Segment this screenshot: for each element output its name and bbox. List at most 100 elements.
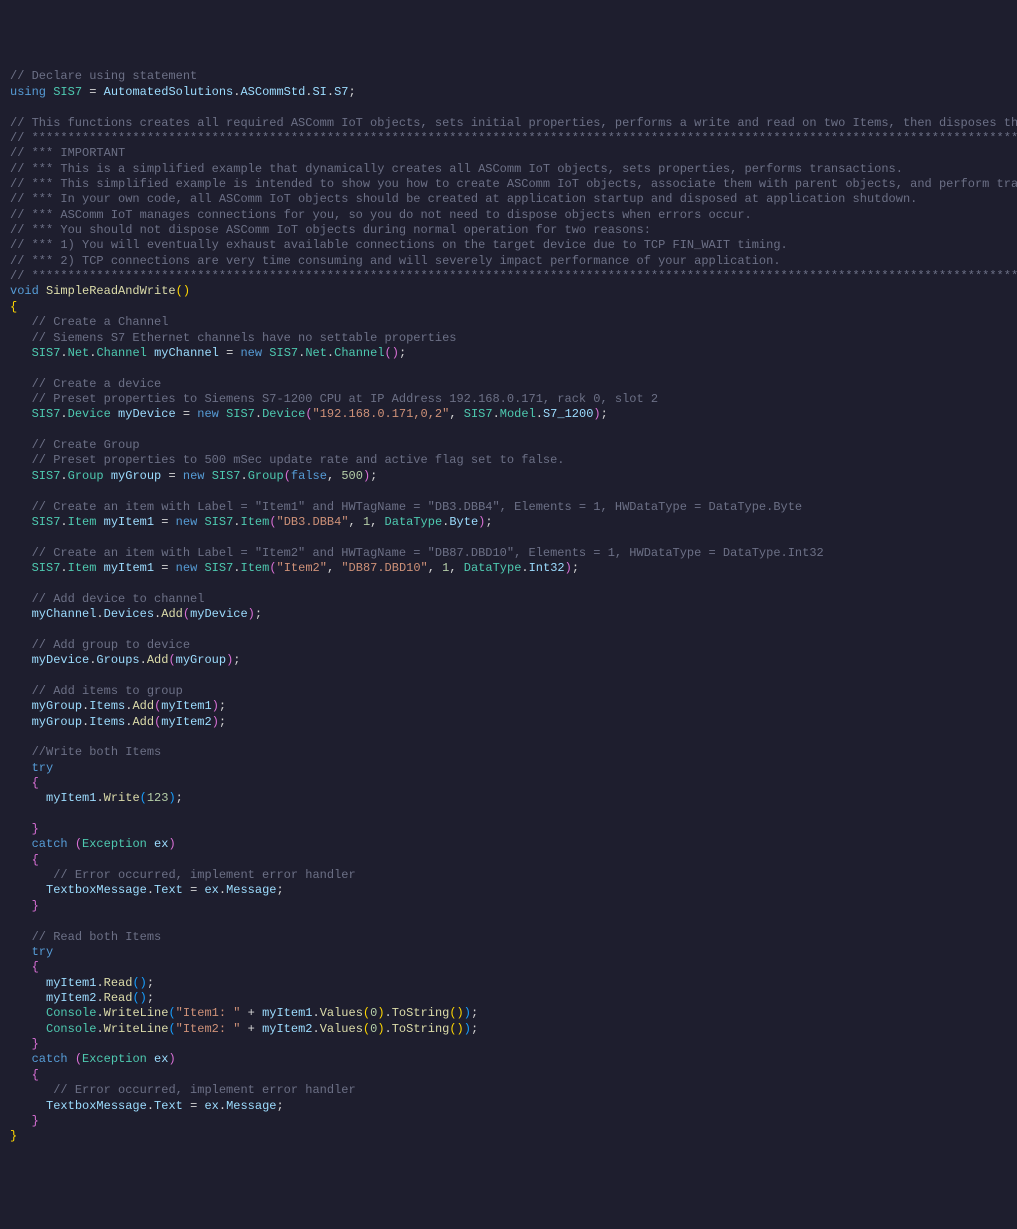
property: Text: [154, 883, 183, 897]
comment: // Add items to group: [32, 684, 183, 698]
variable: ex: [204, 1099, 218, 1113]
variable: myItem2: [46, 991, 96, 1005]
number: 123: [147, 791, 169, 805]
method: Add: [132, 699, 154, 713]
comment: // This functions creates all required A…: [10, 116, 1017, 130]
type: SIS7: [32, 561, 61, 575]
comment: // *** In your own code, all ASComm IoT …: [10, 192, 917, 206]
variable: TextboxMessage: [46, 883, 147, 897]
comment: // *** ASComm IoT manages connections fo…: [10, 208, 752, 222]
comment: // Declare using statement: [10, 69, 197, 83]
comment: // Siemens S7 Ethernet channels have no …: [32, 331, 457, 345]
type: SIS7: [204, 561, 233, 575]
alias: SIS7: [53, 85, 82, 99]
property: Items: [89, 699, 125, 713]
type: Channel: [334, 346, 384, 360]
property: Devices: [104, 607, 154, 621]
keyword-void: void: [10, 284, 39, 298]
property: Message: [226, 1099, 276, 1113]
property: Text: [154, 1099, 183, 1113]
comment: // Create an item with Label = "Item1" a…: [32, 500, 803, 514]
type: SIS7: [204, 515, 233, 529]
method: Values: [320, 1006, 363, 1020]
brace: }: [10, 1129, 17, 1143]
variable: myItem1: [104, 561, 154, 575]
keyword-catch: catch: [32, 1052, 68, 1066]
keyword-try: try: [32, 945, 54, 959]
string: "Item2": [277, 561, 327, 575]
property: Message: [226, 883, 276, 897]
type: SIS7: [32, 469, 61, 483]
method: WriteLine: [104, 1006, 169, 1020]
type: Device: [68, 407, 111, 421]
comment: // Preset properties to 500 mSec update …: [32, 453, 565, 467]
brace: }: [32, 1114, 39, 1128]
enum: Byte: [449, 515, 478, 529]
comment: // Add device to channel: [32, 592, 205, 606]
keyword-catch: catch: [32, 837, 68, 851]
variable: myItem1: [46, 791, 96, 805]
number: 500: [341, 469, 363, 483]
variable: myGroup: [32, 699, 82, 713]
comment: // *************************************…: [10, 269, 1017, 283]
brace: {: [32, 960, 39, 974]
string: "DB87.DBD10": [341, 561, 427, 575]
method: Read: [104, 976, 133, 990]
comment: // *** 1) You will eventually exhaust av…: [10, 238, 788, 252]
ns: AutomatedSolutions: [104, 85, 234, 99]
string: "Item2: ": [176, 1022, 241, 1036]
type: Console: [46, 1006, 96, 1020]
keyword-new: new: [176, 515, 198, 529]
type: Net: [68, 346, 90, 360]
type: SIS7: [269, 346, 298, 360]
variable: myDevice: [118, 407, 176, 421]
variable: myItem1: [104, 515, 154, 529]
type: SIS7: [32, 515, 61, 529]
enum: S7_1200: [543, 407, 593, 421]
variable: myGroup: [32, 715, 82, 729]
comment: // Create Group: [32, 438, 140, 452]
method: ToString: [392, 1022, 450, 1036]
variable: ex: [154, 837, 168, 851]
type: Group: [248, 469, 284, 483]
comment: // *************************************…: [10, 131, 1017, 145]
type: Device: [262, 407, 305, 421]
method: Values: [320, 1022, 363, 1036]
brace: {: [32, 853, 39, 867]
brace: {: [10, 300, 17, 314]
code-block: // Declare using statement using SIS7 = …: [10, 69, 1007, 1144]
string: "DB3.DBB4": [277, 515, 349, 529]
keyword-new: new: [240, 346, 262, 360]
comment: //Write both Items: [32, 745, 162, 759]
variable: myItem1: [46, 976, 96, 990]
variable: myItem1: [161, 699, 211, 713]
string: "192.168.0.171,0,2": [313, 407, 450, 421]
comment: // Create a Channel: [32, 315, 169, 329]
type: SIS7: [32, 407, 61, 421]
comment: // Create an item with Label = "Item2" a…: [32, 546, 824, 560]
function-name: SimpleReadAndWrite: [46, 284, 176, 298]
type: DataType: [385, 515, 443, 529]
method: Add: [147, 653, 169, 667]
type: Group: [68, 469, 104, 483]
type: Console: [46, 1022, 96, 1036]
method: WriteLine: [104, 1022, 169, 1036]
type: Exception: [82, 837, 147, 851]
property: Items: [89, 715, 125, 729]
property: Groups: [96, 653, 139, 667]
ns: S7: [334, 85, 348, 99]
variable: myGroup: [111, 469, 161, 483]
keyword-new: new: [197, 407, 219, 421]
comment: // *** IMPORTANT: [10, 146, 125, 160]
variable: TextboxMessage: [46, 1099, 147, 1113]
type: Item: [68, 515, 97, 529]
variable: myItem1: [262, 1006, 312, 1020]
comment: // Error occurred, implement error handl…: [53, 1083, 355, 1097]
variable: myDevice: [190, 607, 248, 621]
comment: // Add group to device: [32, 638, 190, 652]
comment: // Create a device: [32, 377, 162, 391]
ns: ASCommStd: [240, 85, 305, 99]
keyword-new: new: [183, 469, 205, 483]
keyword-try: try: [32, 761, 54, 775]
variable: myItem2: [161, 715, 211, 729]
